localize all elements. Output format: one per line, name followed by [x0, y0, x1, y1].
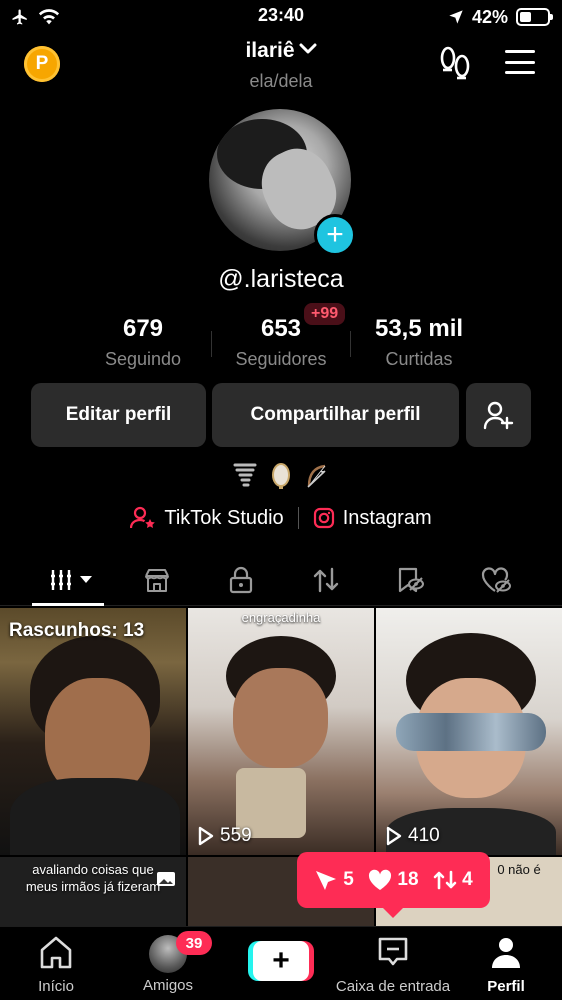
activity-notification[interactable]: 5 18 4 [297, 852, 490, 918]
account-username: ilariê [245, 39, 295, 62]
tiktok-studio-label: TikTok Studio [164, 506, 284, 529]
instagram-link[interactable]: Instagram [313, 507, 432, 530]
likes-count: 53,5 mil [374, 315, 464, 342]
nav-friends[interactable]: 39 Amigos [118, 931, 218, 994]
plus-icon: + [253, 941, 309, 981]
inbox-icon [378, 937, 408, 966]
heart-hidden-icon [481, 567, 511, 593]
drafts-tile[interactable]: Rascunhos: 13 [0, 608, 186, 855]
airplane-mode-icon [12, 9, 27, 25]
bow-and-arrow-icon [305, 462, 329, 490]
nav-friends-label: Amigos [142, 977, 194, 994]
account-switcher[interactable]: ilariê [0, 39, 562, 63]
view-count: 559 [198, 825, 252, 847]
wifi-icon [38, 9, 60, 25]
nav-profile-label: Perfil [487, 978, 525, 995]
play-icon [386, 826, 402, 846]
add-avatar-button[interactable]: + [314, 214, 356, 256]
video-caption: engraçadinha [241, 610, 321, 625]
instagram-icon [313, 507, 334, 529]
tab-private[interactable] [216, 562, 266, 598]
location-icon [449, 10, 463, 24]
new-followers-item: 5 [314, 869, 354, 891]
tab-liked[interactable] [471, 562, 521, 598]
user-star-icon [130, 506, 156, 529]
add-friends-button[interactable] [466, 383, 531, 447]
new-likes-item: 18 [368, 869, 419, 891]
status-bar: 23:40 42% [0, 0, 562, 34]
tornado-icon [233, 462, 257, 490]
nav-profile[interactable]: Perfil [456, 935, 556, 995]
repost-icon [313, 567, 339, 593]
tab-shop[interactable] [132, 562, 182, 598]
new-reposts-item: 4 [433, 869, 473, 891]
edit-profile-button[interactable]: Editar perfil [31, 383, 206, 447]
mirror-icon [269, 462, 293, 490]
image-icon [157, 872, 175, 886]
tab-reposts[interactable] [301, 562, 351, 598]
lock-icon [229, 566, 253, 594]
new-followers-badge: +99 [304, 303, 346, 325]
heart-icon [369, 869, 392, 890]
tab-saved[interactable] [385, 562, 435, 598]
view-count: 410 [386, 825, 440, 847]
pronouns: ela/dela [249, 71, 313, 91]
friends-badge: 39 [176, 931, 212, 955]
nav-inbox[interactable]: Caixa de entrada [333, 935, 453, 995]
stat-likes[interactable]: 53,5 mil Curtidas [349, 315, 489, 370]
repost-icon [433, 870, 457, 890]
instagram-label: Instagram [342, 506, 432, 529]
bio-emojis [0, 462, 562, 490]
nav-inbox-label: Caixa de entrada [335, 978, 451, 995]
nav-home[interactable]: Início [6, 935, 106, 995]
grid-icon [51, 570, 71, 590]
profile-icon [492, 938, 520, 968]
footprints-icon[interactable] [438, 46, 472, 82]
chevron-down-icon [299, 43, 317, 54]
drafts-label: Rascunhos: 13 [9, 620, 145, 641]
tiktok-studio-link[interactable]: TikTok Studio [130, 506, 284, 530]
create-button[interactable]: + [248, 941, 314, 981]
battery-icon [516, 8, 553, 26]
tab-videos[interactable] [43, 562, 99, 598]
video-tile[interactable]: 410 [376, 608, 562, 855]
following-count: 679 [122, 315, 164, 342]
likes-label: Curtidas [385, 349, 453, 369]
battery-percent: 42% [471, 6, 508, 27]
profile-links: TikTok Studio Instagram [0, 503, 562, 533]
home-icon [40, 936, 72, 969]
play-icon [198, 826, 214, 846]
profile-stats: 679 Seguindo 653 Seguidores 53,5 mil Cur… [0, 315, 562, 375]
add-user-icon [483, 401, 513, 430]
video-tile[interactable]: avaliando coisas que meus irmãos já fize… [0, 857, 186, 926]
share-profile-button[interactable]: Compartilhar perfil [212, 383, 459, 447]
follow-arrow-icon [316, 871, 337, 890]
profile-header: P ilariê ela/dela [0, 36, 562, 96]
profile-handle: @.laristeca [218, 265, 344, 293]
following-label: Seguindo [104, 349, 182, 369]
followers-label: Seguidores [235, 349, 327, 369]
shop-icon [145, 569, 169, 592]
menu-icon[interactable] [505, 50, 535, 74]
bookmark-hidden-icon [398, 567, 424, 593]
video-tile[interactable]: engraçadinha 559 [188, 608, 374, 855]
bottom-nav: Início 39 Amigos + Caixa de entrada Perf… [0, 926, 562, 1000]
stat-following[interactable]: 679 Seguindo [73, 315, 213, 370]
nav-home-label: Início [38, 978, 74, 995]
profile-tabs [0, 556, 562, 606]
tab-indicator [32, 603, 104, 606]
caret-down-icon [80, 576, 92, 583]
